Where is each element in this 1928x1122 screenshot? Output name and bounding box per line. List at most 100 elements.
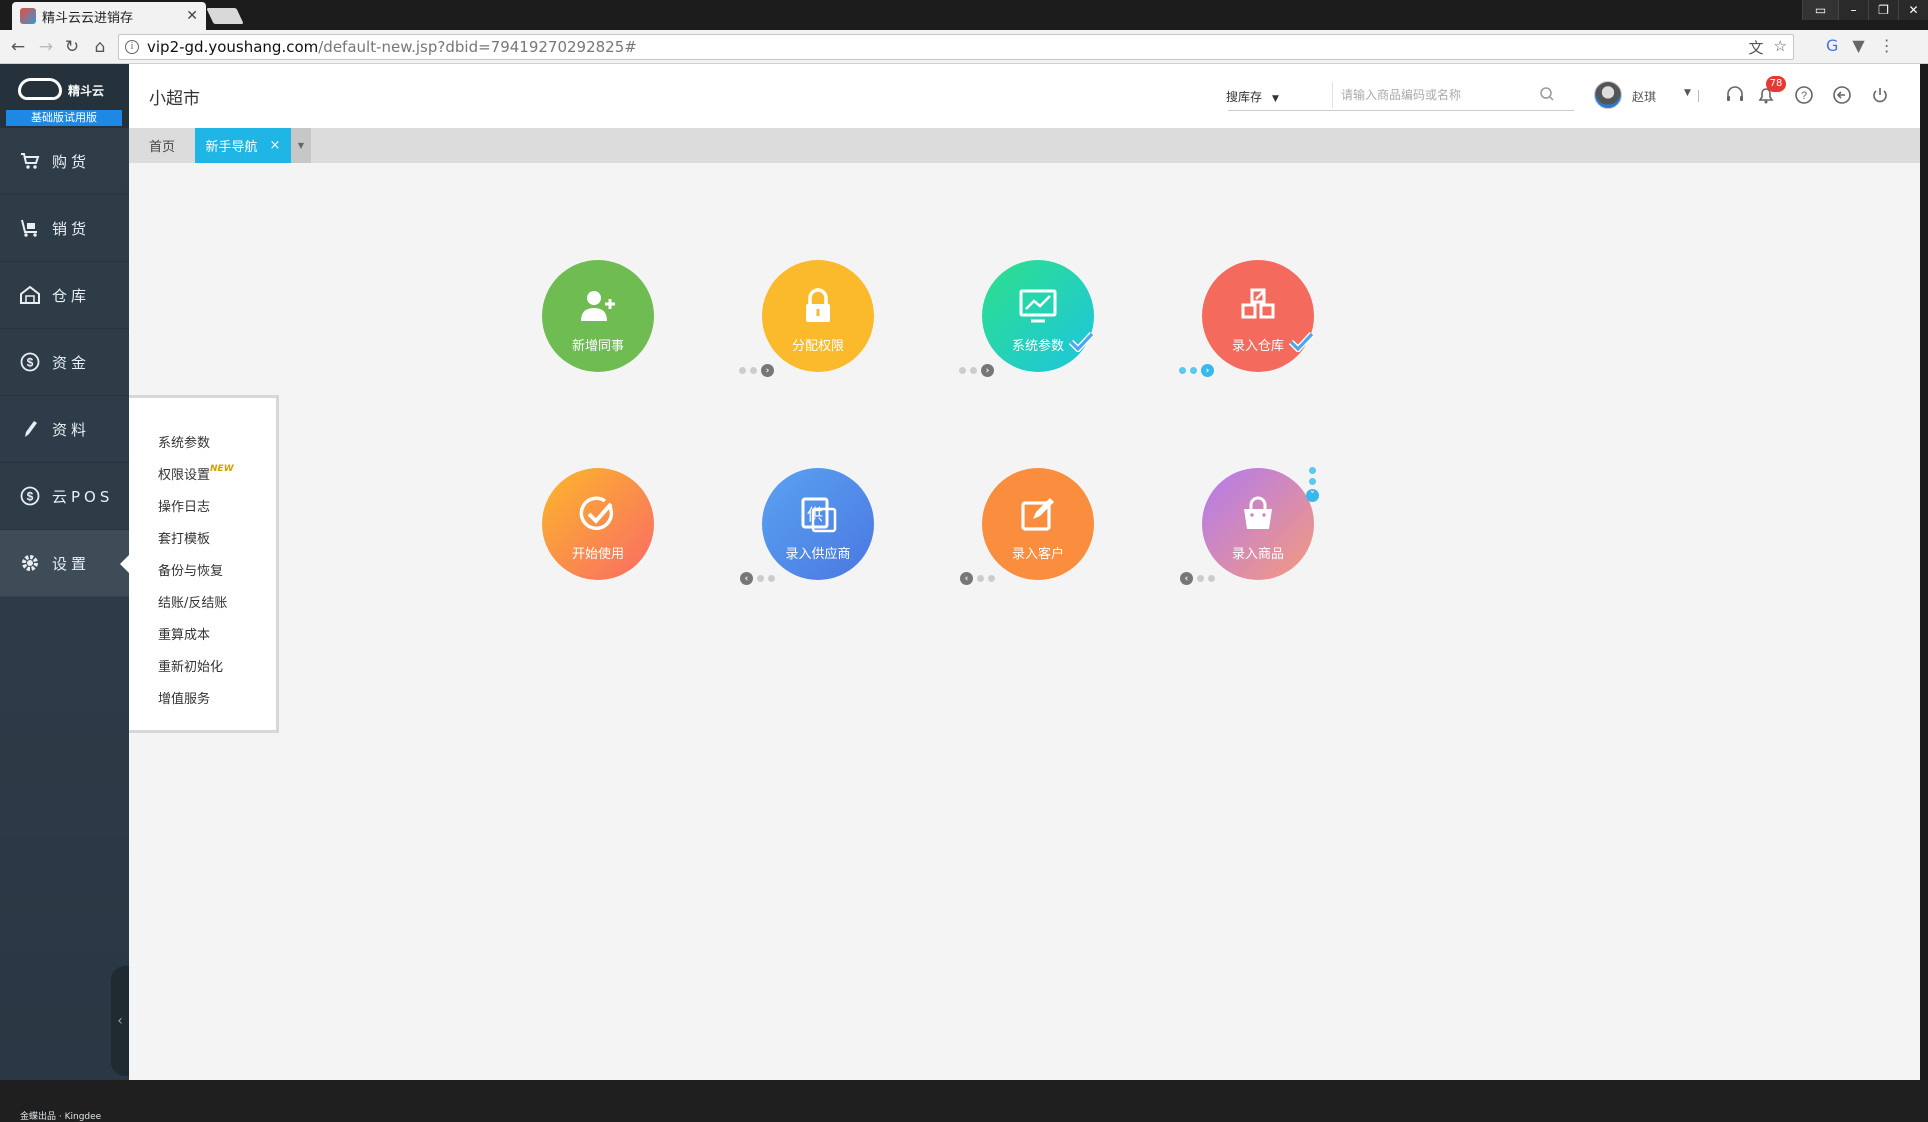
headset-icon[interactable] [1724, 84, 1746, 106]
collapse-sidebar-handle[interactable]: ‹ [111, 966, 129, 1076]
pencil-icon [20, 419, 40, 439]
window-controls: ▭ – ❐ ✕ [1802, 0, 1928, 20]
restore-button[interactable]: ❐ [1868, 0, 1898, 20]
logo[interactable]: 精斗云 基础版试用版 [0, 64, 129, 128]
help-icon[interactable]: ? [1793, 84, 1815, 106]
sidebar-item-0[interactable]: 购货 [0, 128, 129, 195]
guide-step-6[interactable]: 供录入供应商 [762, 468, 874, 580]
search-scope-select[interactable]: 搜库存 ▼ [1226, 88, 1279, 105]
guide-step-label: 录入客户 [1011, 546, 1064, 562]
home-icon[interactable]: ⌂ [90, 37, 110, 57]
sidebar-item-3[interactable]: $ 资金 [0, 329, 129, 396]
guide-step-3[interactable]: 录入仓库 [1202, 260, 1314, 372]
app-header: 小超市 搜库存 ▼ 赵琪 ▼ 78 ? [129, 64, 1920, 128]
profile-icon[interactable]: ▭ [1802, 0, 1838, 20]
done-check-icon [1288, 332, 1314, 352]
settings-menu-label: 权限设置 [158, 468, 211, 483]
browser-menu-icon[interactable]: ⋮ [1879, 36, 1895, 55]
extension-icons: G ▼ ⋮ [1826, 36, 1895, 55]
store-name[interactable]: 小超市 [149, 84, 200, 109]
url-host: vip2-gd.youshang.com [147, 38, 319, 56]
guide-step-label: 分配权限 [791, 338, 844, 354]
supplier-doc-icon: 供 [797, 487, 839, 539]
close-icon[interactable]: × [270, 138, 281, 153]
translate-icon[interactable]: 文 [1749, 37, 1764, 58]
guide-step-4[interactable]: 录入商品 [1202, 468, 1314, 580]
guide-step-5[interactable]: 录入客户 [982, 468, 1094, 580]
guide-step-label: 录入商品 [1231, 546, 1284, 562]
sidebar-item-label: 仓库 [52, 286, 91, 305]
connector-dot [768, 575, 775, 582]
settings-menu-label: 操作日志 [158, 500, 211, 515]
sidebar-item-2[interactable]: 仓库 [0, 262, 129, 329]
browser-titlebar [0, 0, 1928, 30]
settings-menu-item[interactable]: 结账/反结账 [158, 592, 227, 611]
translate-extension-icon[interactable]: G [1826, 36, 1838, 55]
power-icon[interactable] [1869, 84, 1891, 106]
minimize-button[interactable]: – [1838, 0, 1868, 20]
settings-menu-item[interactable]: 权限设置NEW [158, 464, 234, 483]
settings-menu-item[interactable]: 重算成本 [158, 624, 210, 643]
supplier-glyph: 供 [807, 505, 823, 524]
sidebar-item-1[interactable]: 销货 [0, 195, 129, 262]
close-window-button[interactable]: ✕ [1898, 0, 1928, 20]
close-tab-icon[interactable]: ✕ [186, 8, 198, 24]
settings-menu-item[interactable]: 增值服务 [158, 688, 210, 707]
guide-step-label: 开始使用 [571, 546, 624, 562]
add-colleague-icon [577, 279, 619, 331]
avatar[interactable] [1594, 81, 1622, 109]
search-icon[interactable] [1539, 86, 1555, 102]
tab-guide[interactable]: 新手导航 × [195, 128, 291, 163]
brand-name: 精斗云 [68, 84, 105, 98]
guide-step-2[interactable]: 系统参数 [982, 260, 1094, 372]
search-divider [1332, 82, 1333, 108]
back-icon[interactable]: ← [8, 37, 28, 57]
vpn-extension-icon[interactable]: ▼ [1852, 36, 1864, 55]
chevron-right-icon: › [1201, 364, 1214, 377]
chevron-down-icon[interactable]: ▼ [1684, 88, 1691, 98]
step-connector: › [739, 364, 774, 377]
dollar-icon: $ [20, 486, 40, 506]
footer-brand: 金蝶出品 · Kingdee [20, 1112, 102, 1122]
address-bar[interactable]: i vip2-gd.youshang.com /default-new.jsp?… [118, 34, 1794, 60]
reload-icon[interactable]: ↻ [62, 37, 82, 57]
back-arrow-icon[interactable] [1831, 84, 1853, 106]
bookmark-star-icon[interactable]: ☆ [1774, 37, 1787, 58]
shopping-bag-icon [1237, 487, 1279, 539]
sidebar: 精斗云 基础版试用版 购货销货仓库 $ 资金 资料 $ 云POS 设置 ‹ 金蝶出品 · K… [0, 64, 129, 1122]
site-info-icon[interactable]: i [125, 40, 139, 54]
svg-text:?: ? [1801, 90, 1807, 102]
tab-home[interactable]: 首页 [129, 128, 195, 163]
done-check-icon [1068, 332, 1094, 352]
settings-dropdown: 系统参数权限设置NEW 操作日志套打模板备份与恢复结账/反结账 重算成本重新初始化增… [129, 395, 279, 733]
sidebar-item-4[interactable]: 资料 [0, 396, 129, 463]
settings-menu-label: 备份与恢复 [158, 564, 224, 579]
guide-step-0[interactable]: 新增同事 [542, 260, 654, 372]
sidebar-item-label: 设置 [52, 554, 91, 573]
settings-menu-item[interactable]: 系统参数 [158, 432, 210, 451]
search-input[interactable] [1341, 82, 1531, 108]
sidebar-item-5[interactable]: $ 云POS [0, 463, 129, 530]
chevron-left-icon: ‹ [1180, 572, 1193, 585]
cart-icon [20, 151, 40, 171]
trolley-icon [20, 218, 40, 238]
tabs-dropdown-button[interactable]: ▼ [291, 128, 311, 163]
settings-menu-item[interactable]: 操作日志 [158, 496, 210, 515]
guide-step-label: 录入仓库 [1231, 338, 1284, 354]
sidebar-item-6[interactable]: 设置 [0, 530, 129, 597]
settings-menu-item[interactable]: 备份与恢复 [158, 560, 223, 579]
guide-step-1[interactable]: 分配权限 [762, 260, 874, 372]
connector-dot [1197, 575, 1204, 582]
settings-menu-label: 套打模板 [158, 532, 211, 547]
settings-menu-item[interactable]: 套打模板 [158, 528, 210, 547]
forward-icon[interactable]: → [36, 37, 56, 57]
chevron-right-icon: › [761, 364, 774, 377]
guide-step-7[interactable]: 开始使用 [542, 468, 654, 580]
page-tabs-bar: 首页 新手导航 × ▼ [129, 128, 1920, 163]
svg-text:$: $ [27, 490, 34, 504]
scrollbar[interactable] [1920, 64, 1928, 1080]
user-name[interactable]: 赵琪 [1632, 88, 1656, 105]
sidebar-item-label: 购货 [52, 152, 91, 171]
browser-tab[interactable]: 精斗云云进销存 ✕ [12, 2, 206, 30]
settings-menu-item[interactable]: 重新初始化 [158, 656, 223, 675]
